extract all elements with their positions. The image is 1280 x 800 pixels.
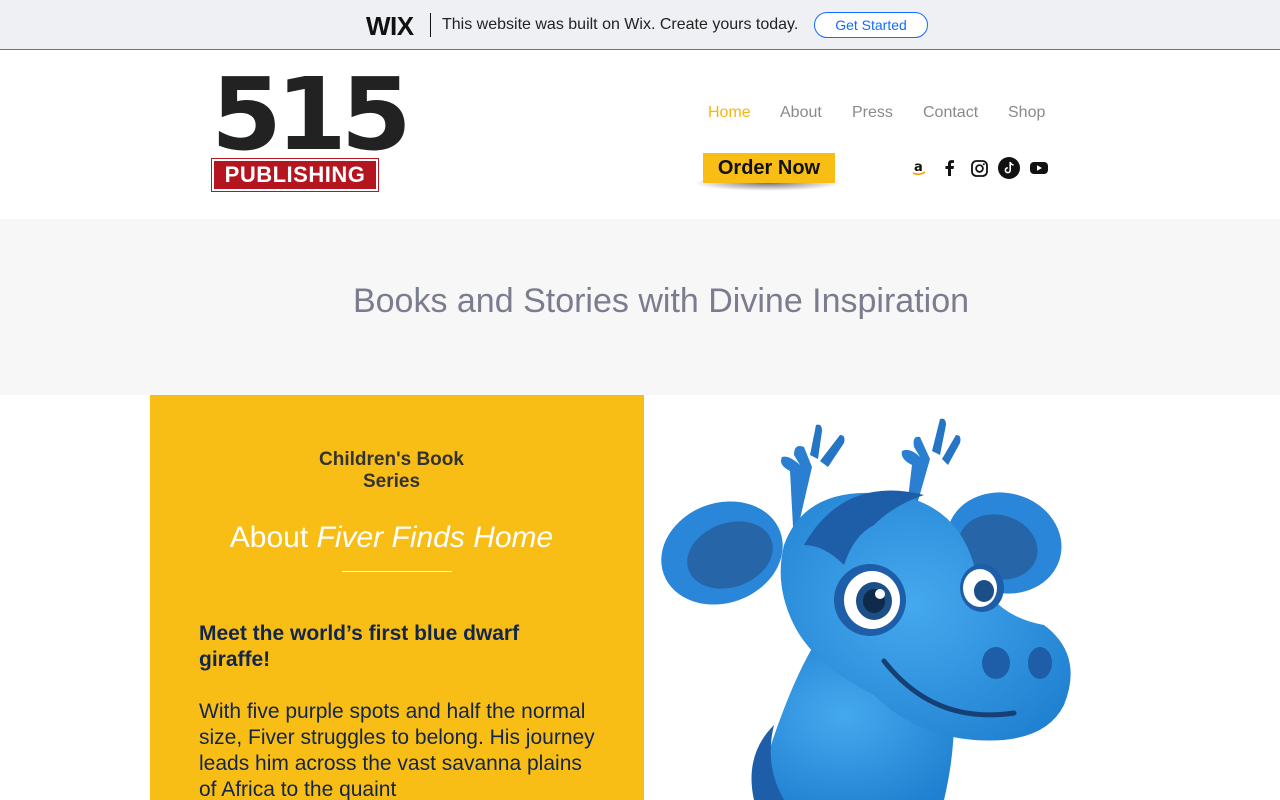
site-header: 515 PUBLISHING Home About Press Contact … xyxy=(0,51,1280,219)
about-heading: About Fiver Finds Home xyxy=(150,521,633,555)
facebook-icon[interactable] xyxy=(938,157,960,179)
feature-headline: Meet the world’s first blue dwarf giraff… xyxy=(199,622,520,671)
youtube-icon[interactable] xyxy=(1028,157,1050,179)
tiktok-icon[interactable] xyxy=(998,157,1020,179)
wix-banner: WIX This website was built on Wix. Creat… xyxy=(0,0,1280,50)
banner-message: This website was built on Wix. Create yo… xyxy=(442,16,799,33)
series-label: Children's Book Series xyxy=(150,449,633,493)
blue-giraffe-illustration xyxy=(644,395,1130,800)
hero-tagline: Books and Stories with Divine Inspiratio… xyxy=(352,282,970,320)
order-now-wrapper: Order Now xyxy=(693,153,843,191)
heading-divider xyxy=(342,571,452,572)
nav-item-press[interactable]: Press xyxy=(852,104,893,122)
get-started-button[interactable]: Get Started xyxy=(814,12,928,38)
logo-banner: PUBLISHING xyxy=(211,158,379,192)
wix-logo[interactable]: WIX xyxy=(366,11,414,42)
hero-band: Books and Stories with Divine Inspiratio… xyxy=(0,219,1280,395)
main-nav: Home About Press Contact Shop xyxy=(0,104,1280,126)
nav-item-contact[interactable]: Contact xyxy=(923,104,978,122)
instagram-icon[interactable] xyxy=(968,157,990,179)
series-line-2: Series xyxy=(362,471,421,492)
nav-item-about[interactable]: About xyxy=(780,104,822,122)
series-line-1: Children's Book xyxy=(319,449,464,470)
feature-body: With five purple spots and half the norm… xyxy=(199,700,595,800)
svg-text:a: a xyxy=(914,160,923,175)
book-title: Fiver Finds Home xyxy=(316,521,554,554)
about-prefix: About xyxy=(229,521,317,554)
order-now-button[interactable]: Order Now xyxy=(703,153,835,183)
feature-panel: Children's Book Series About Fiver Finds… xyxy=(150,395,644,800)
amazon-icon[interactable]: a xyxy=(908,157,930,179)
nav-item-shop[interactable]: Shop xyxy=(1008,104,1045,122)
banner-divider xyxy=(430,13,431,37)
site-logo[interactable]: 515 PUBLISHING xyxy=(211,65,412,192)
logo-word: PUBLISHING xyxy=(224,162,366,187)
nav-item-home[interactable]: Home xyxy=(708,104,751,122)
